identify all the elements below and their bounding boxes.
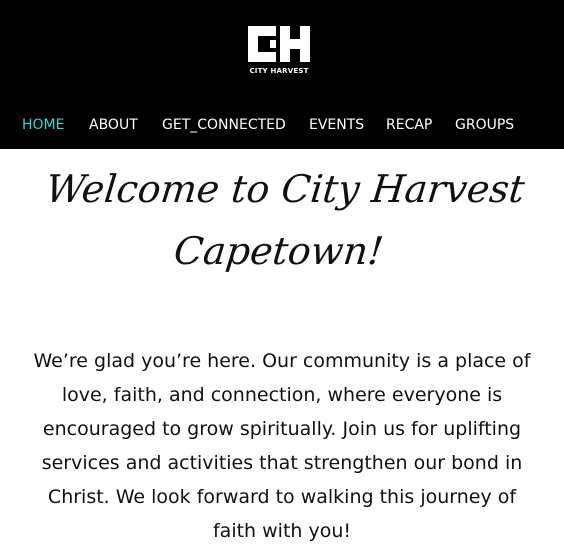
welcome-heading-line2: Capetown! xyxy=(171,229,386,273)
intro-paragraph: We’re glad you’re here. Our community is… xyxy=(33,350,531,542)
ch-logo-mark xyxy=(248,26,310,62)
nav-item-about[interactable]: ABOUT xyxy=(89,112,138,138)
nav-item-events[interactable]: EVENTS xyxy=(309,112,364,138)
nav-item-home[interactable]: HOME xyxy=(22,112,64,138)
nav-item-recap[interactable]: RECAP xyxy=(386,112,432,138)
site-header: CITY HARVEST HOME ABOUT GET_CONNECTED EV… xyxy=(0,0,564,149)
main-nav: HOME ABOUT GET_CONNECTED EVENTS RECAP GR… xyxy=(0,112,564,138)
welcome-heading: Welcome to City Harvest Capetown! xyxy=(0,158,564,282)
city-harvest-logo[interactable]: CITY HARVEST xyxy=(240,22,318,84)
nav-item-get-connected[interactable]: GET_CONNECTED xyxy=(162,112,286,138)
welcome-heading-line1: Welcome to City Harvest xyxy=(43,167,527,211)
nav-item-groups[interactable]: GROUPS xyxy=(455,112,514,138)
logo-wordmark: CITY HARVEST xyxy=(249,67,309,75)
